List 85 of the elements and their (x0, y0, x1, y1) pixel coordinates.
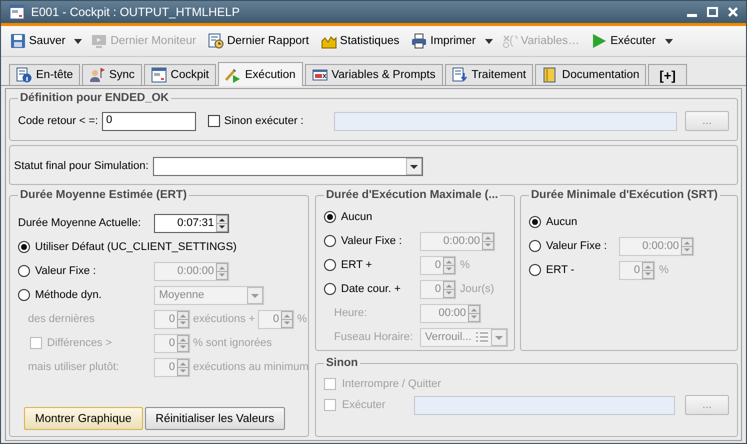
group-title: Sinon (325, 357, 359, 369)
spinner-icon[interactable] (216, 214, 228, 232)
maximize-icon[interactable] (707, 7, 718, 17)
tab[interactable]: Variables & Prompts (304, 64, 442, 85)
group-title: Durée d'Exécution Maximale (... (325, 189, 500, 201)
window-x-icon (312, 67, 328, 83)
toolbar-button[interactable]: Imprimer (408, 31, 479, 51)
unit-label: % (460, 259, 470, 271)
radio-button[interactable] (324, 283, 336, 295)
option-label: Valeur Fixe : (546, 240, 607, 252)
caret-icon[interactable] (406, 158, 422, 174)
unit-label: Jour(s) (460, 283, 494, 295)
unit-label: exécutions au minimum (193, 361, 309, 373)
toolbar-button[interactable]: Statistiques (318, 31, 402, 51)
option-label: Différences > (47, 337, 112, 349)
option-label: des dernières (28, 313, 95, 325)
tab[interactable]: Documentation (535, 64, 646, 85)
checkbox-label: Exécuter (342, 399, 386, 411)
option-label: Date cour. + (341, 283, 401, 295)
input-field[interactable]: 0 (102, 112, 196, 130)
radio-button[interactable] (529, 264, 541, 276)
input-field[interactable] (334, 112, 677, 130)
input-field[interactable] (414, 396, 675, 414)
window-title: E001 - Cockpit : OUTPUT_HTMLHELP (31, 5, 241, 19)
tab[interactable]: En-tête (9, 64, 80, 85)
action-button[interactable]: Réinitialiser les Valeurs (144, 407, 286, 430)
radio-button[interactable] (324, 235, 336, 247)
radio-button[interactable] (529, 216, 541, 228)
checkbox[interactable] (208, 115, 220, 127)
option-label: Valeur Fixe : (35, 265, 96, 277)
toolbar-button[interactable]: Sauver (7, 31, 68, 51)
window-icon (9, 4, 25, 20)
option-label: Fuseau Horaire: (334, 331, 413, 343)
wand-play-icon (225, 66, 242, 82)
dropdown-caret-icon[interactable] (664, 38, 673, 44)
dropdown[interactable] (152, 156, 423, 176)
radio-button[interactable] (324, 211, 336, 223)
dropdown-caret-icon[interactable] (484, 38, 493, 44)
radio-button[interactable] (18, 289, 30, 301)
field-label: Code retour < =: (18, 115, 98, 127)
option-label: ERT - (546, 264, 574, 276)
window-icon (150, 67, 167, 83)
unit-label: exécutions + (193, 313, 256, 325)
radio-button[interactable] (18, 265, 30, 277)
dropdown-caret-icon[interactable] (74, 38, 82, 44)
unit-label: % sont ignorées (193, 337, 272, 349)
report-clock-icon (208, 33, 224, 49)
tab[interactable]: Cockpit (144, 64, 216, 85)
list-icon (476, 332, 488, 342)
unit-label: % (659, 264, 669, 276)
toolbar-button[interactable]: Dernier Rapport (205, 31, 312, 51)
option-label: ERT + (341, 259, 372, 271)
document-info-icon (16, 67, 32, 83)
tab[interactable]: Sync (82, 64, 142, 85)
toolbar-button[interactable]: Exécuter (588, 31, 659, 51)
radio-button[interactable] (529, 240, 541, 252)
close-icon[interactable] (728, 7, 738, 17)
field-label: Statut final pour Simulation: (14, 160, 149, 172)
spin-field[interactable]: 0:07:31 (154, 214, 229, 232)
radio-button[interactable] (18, 241, 30, 253)
tab[interactable]: Exécution (218, 62, 303, 86)
checkbox-label: Interrompre / Quitter (342, 378, 442, 390)
option-label: Utiliser Défaut (UC_CLIENT_SETTINGS) (35, 241, 237, 253)
radio-button[interactable] (324, 259, 336, 271)
action-button[interactable]: Montrer Graphique (24, 407, 143, 430)
tab[interactable]: Traitement (444, 64, 534, 85)
group-title: Durée Moyenne Estimée (ERT) (19, 189, 188, 201)
play-icon (591, 33, 608, 49)
option-label: Aucun (546, 216, 578, 228)
option-label: Valeur Fixe : (341, 235, 402, 247)
person-flag-icon (89, 67, 106, 83)
option-label: Aucun (341, 211, 372, 223)
tab[interactable]: [+] (648, 64, 687, 85)
option-label: Durée Moyenne Actuelle: (18, 217, 141, 229)
document-arrow-icon (452, 67, 468, 83)
monitor-icon (91, 33, 108, 49)
option-label: Méthode dyn. (35, 289, 102, 301)
book-icon (542, 67, 558, 83)
checkbox-label: Sinon exécuter : (224, 115, 305, 127)
option-label: mais utiliser plutôt: (28, 361, 120, 373)
option-label: Heure: (334, 307, 368, 319)
printer-icon (411, 33, 428, 49)
unit-label: % (297, 313, 307, 325)
group-title: Durée Minimale d'Exécution (SRT) (530, 189, 719, 201)
group-title: Définition pour ENDED_OK (19, 92, 170, 104)
